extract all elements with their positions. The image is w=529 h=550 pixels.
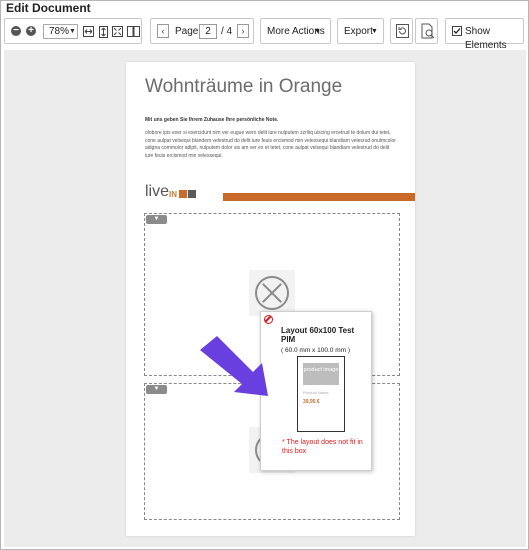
zoom-in-icon[interactable]: + (26, 26, 36, 36)
checkbox-checked-icon[interactable] (452, 26, 462, 36)
more-actions-dropdown[interactable]: More Actions ▼ (260, 18, 331, 44)
document-canvas[interactable]: Wohnträume in Orange Mit uns geben Sie I… (4, 50, 526, 547)
chevron-down-icon: ▼ (371, 28, 378, 35)
pointer-arrow-icon (200, 336, 268, 396)
zoom-value: 78% (49, 26, 70, 37)
refresh-icon (396, 24, 409, 38)
zoom-select[interactable]: 78% ▼ (43, 24, 78, 39)
fit-width-icon[interactable] (82, 25, 94, 38)
page-number-input[interactable]: 2 (199, 24, 217, 39)
page-navigation-group: ‹ Page 2 / 4 › (150, 18, 254, 44)
chevron-down-icon: ▼ (314, 28, 321, 35)
export-label: Export (344, 26, 373, 37)
page-label: Page (175, 26, 199, 37)
preview-button[interactable] (415, 18, 438, 44)
edit-document-window: Edit Document − + 78% ▼ ‹ Page 2 / 4 › M… (0, 0, 529, 550)
zoom-group: − + 78% ▼ (4, 18, 142, 44)
show-elements-label: Show Elements (465, 26, 507, 51)
zoom-out-icon[interactable]: − (11, 26, 21, 36)
page-total: / 4 (221, 26, 233, 37)
export-dropdown[interactable]: Export ▼ (337, 18, 384, 44)
chevron-down-icon: ▼ (69, 28, 76, 35)
next-page-button[interactable]: › (237, 24, 249, 38)
refresh-button[interactable] (390, 18, 413, 44)
previous-page-button[interactable]: ‹ (157, 24, 169, 38)
document-preview-icon (421, 23, 435, 39)
window-title: Edit Document (6, 1, 91, 15)
toolbar: − + 78% ▼ ‹ Page 2 / 4 › More Actions ▼ … (1, 17, 528, 51)
fit-height-icon[interactable] (97, 25, 109, 38)
two-page-icon[interactable] (126, 25, 140, 38)
show-elements-toggle[interactable]: Show Elements (445, 18, 524, 51)
fit-page-icon[interactable] (111, 25, 123, 38)
